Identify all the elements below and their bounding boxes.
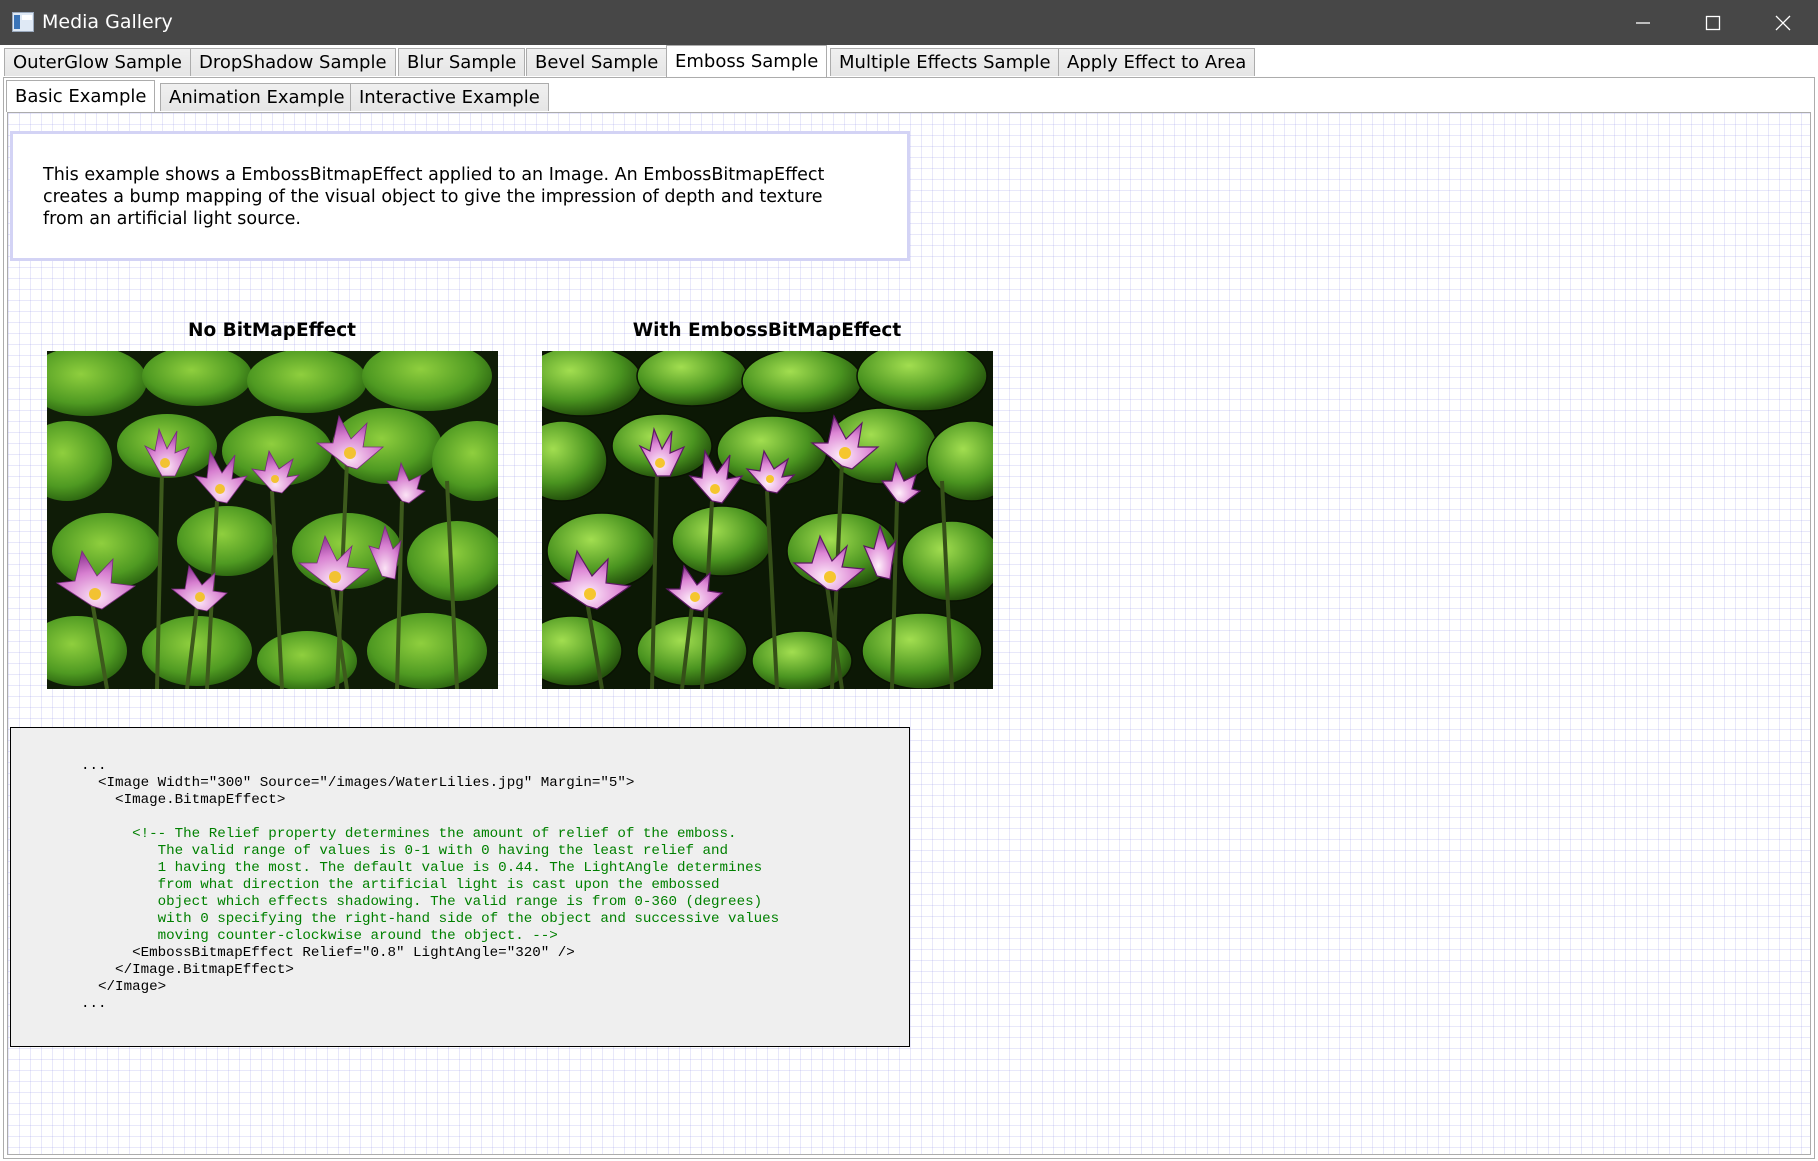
description-line: creates a bump mapping of the visual obj… — [43, 187, 823, 207]
tab-dropshadow-sample[interactable]: DropShadow Sample — [190, 48, 396, 76]
code-comment-line: The valid range of values is 0-1 with 0 … — [81, 843, 729, 859]
code-comment-line: object which effects shadowing. The vali… — [81, 894, 763, 910]
tab-bevel-sample[interactable]: Bevel Sample — [526, 48, 668, 76]
water-lilies-embossed-image — [542, 351, 993, 689]
window-title: Media Gallery — [42, 11, 173, 33]
code-sample-box: ... <Image Width="300" Source="/images/W… — [10, 727, 910, 1047]
description-line: This example shows a EmbossBitmapEffect … — [43, 165, 825, 185]
tab-interactive-example[interactable]: Interactive Example — [350, 83, 549, 111]
label-with-emboss-effect: With EmbossBitMapEffect — [632, 320, 902, 341]
tab-outerglow-sample[interactable]: OuterGlow Sample — [4, 48, 192, 76]
minimize-icon — [1636, 22, 1650, 24]
code-comment-line: with 0 specifying the right-hand side of… — [81, 911, 780, 927]
tab-multiple-effects-sample[interactable]: Multiple Effects Sample — [830, 48, 1060, 76]
code-line: <Image Width="300" Source="/images/Water… — [81, 775, 635, 791]
code-comment-line: from what direction the artificial light… — [81, 877, 720, 893]
code-line: </Image.BitmapEffect> — [81, 962, 294, 978]
description-line: from an artificial light source. — [43, 209, 301, 229]
tab-blur-sample[interactable]: Blur Sample — [398, 48, 526, 76]
code-line: </Image> — [81, 979, 167, 995]
code-line: ... — [81, 758, 107, 774]
code-comment-line: 1 having the most. The default value is … — [81, 860, 763, 876]
tab-basic-example[interactable]: Basic Example — [6, 80, 156, 112]
description-box: This example shows a EmbossBitmapEffect … — [10, 131, 910, 261]
water-lilies-image — [47, 351, 498, 689]
minimize-button[interactable] — [1608, 0, 1678, 45]
code-line: ... — [81, 996, 107, 1012]
maximize-button[interactable] — [1678, 0, 1748, 45]
tab-animation-example[interactable]: Animation Example — [160, 83, 354, 111]
close-icon — [1775, 15, 1791, 31]
code-comment-line: moving counter-clockwise around the obje… — [81, 928, 558, 944]
tab-apply-effect-to-area[interactable]: Apply Effect to Area — [1058, 48, 1256, 76]
label-no-bitmap-effect: No BitMapEffect — [187, 320, 357, 341]
maximize-icon — [1705, 15, 1721, 31]
close-button[interactable] — [1748, 0, 1818, 45]
title-bar: Media Gallery — [0, 0, 1818, 45]
app-icon — [12, 12, 34, 32]
tab-emboss-sample[interactable]: Emboss Sample — [666, 45, 828, 77]
description-text: This example shows a EmbossBitmapEffect … — [43, 164, 883, 230]
code-comment-line: <!-- The Relief property determines the … — [81, 826, 737, 842]
code-line: <Image.BitmapEffect> — [81, 792, 286, 808]
code-line: <EmbossBitmapEffect Relief="0.8" LightAn… — [81, 945, 575, 961]
